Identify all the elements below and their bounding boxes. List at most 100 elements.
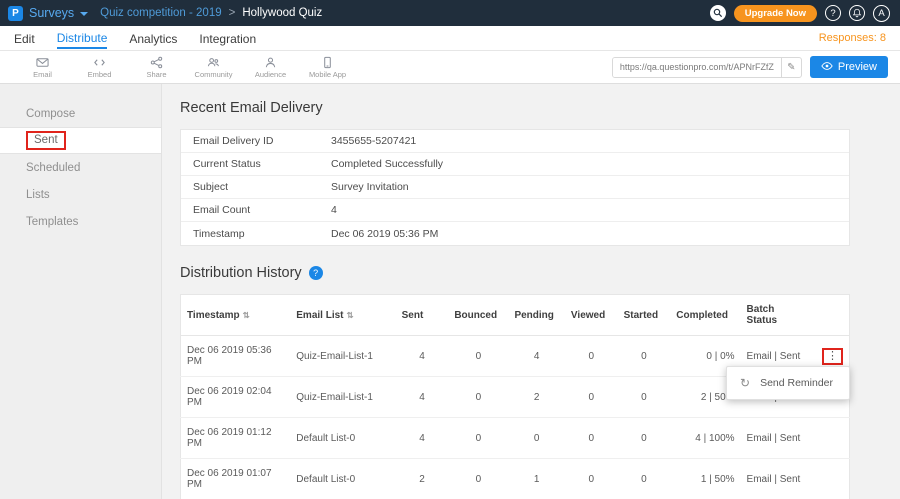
sort-icon[interactable]: ⇅ [243, 310, 250, 320]
sidebar-item-lists[interactable]: Lists [0, 181, 161, 208]
cell-viewed: 0 [565, 459, 618, 499]
topbar-actions: Upgrade Now ? A [710, 5, 890, 22]
tab-distribute[interactable]: Distribute [57, 28, 108, 49]
sidebar-item-label: Compose [26, 108, 75, 120]
col-email-list[interactable]: Email List ⇅ [290, 295, 395, 336]
delivery-field-row: Subject Survey Invitation [181, 176, 849, 199]
cell-bounced: 0 [448, 459, 508, 499]
community-icon [207, 56, 220, 69]
field-label: Subject [181, 181, 331, 193]
field-value: 4 [331, 204, 337, 216]
cell-sent: 4 [396, 377, 449, 418]
breadcrumb-current: Hollywood Quiz [242, 7, 322, 19]
survey-url-input[interactable] [613, 58, 781, 77]
cell-batch-status: Email | Sent [741, 418, 813, 459]
field-label: Email Delivery ID [181, 135, 331, 147]
cell-actions [813, 418, 850, 459]
cell-sent: 2 [396, 459, 449, 499]
tool-mobile-app[interactable]: Mobile App [299, 56, 356, 79]
col-sent: Sent [396, 295, 449, 336]
notifications-bell-icon[interactable] [849, 5, 865, 21]
cell-email-list: Quiz-Email-List-1 [290, 336, 395, 377]
cell-viewed: 0 [565, 418, 618, 459]
send-reminder-icon: ↻ [740, 376, 750, 390]
field-label: Email Count [181, 204, 331, 216]
sidebar-item-label: Templates [26, 216, 78, 228]
field-label: Timestamp [181, 228, 331, 240]
tool-email[interactable]: Email [14, 56, 71, 79]
cell-pending: 0 [508, 418, 564, 459]
cell-pending: 2 [508, 377, 564, 418]
cell-timestamp: Dec 06 2019 01:07 PM [181, 459, 291, 499]
cell-email-list: Quiz-Email-List-1 [290, 377, 395, 418]
embed-icon [93, 56, 106, 69]
sidebar-item-compose[interactable]: Compose [0, 100, 161, 127]
cell-actions [813, 459, 850, 499]
cell-email-list: Default List-0 [290, 418, 395, 459]
col-bounced: Bounced [448, 295, 508, 336]
tool-label-share: Share [146, 70, 166, 79]
survey-url-box: ✎ [612, 57, 802, 78]
cell-batch-status: Email | Sent [741, 459, 813, 499]
upgrade-now-button[interactable]: Upgrade Now [734, 5, 817, 22]
caret-down-icon [80, 12, 88, 16]
col-label: Email List [296, 310, 343, 321]
cell-started: 0 [618, 377, 671, 418]
tab-integration[interactable]: Integration [199, 29, 256, 48]
distribute-toolbar: Email Embed Share Community Audience Mob… [0, 51, 900, 84]
breadcrumb-separator: > [229, 7, 236, 19]
search-icon[interactable] [710, 5, 726, 21]
sidebar-item-scheduled[interactable]: Scheduled [0, 154, 161, 181]
audience-icon [264, 56, 277, 69]
breadcrumb: Quiz competition - 2019 > Hollywood Quiz [100, 7, 322, 19]
edit-url-pencil-icon[interactable]: ✎ [781, 58, 801, 77]
tab-edit[interactable]: Edit [14, 29, 35, 48]
tool-label-audience: Audience [255, 70, 286, 79]
tool-audience[interactable]: Audience [242, 56, 299, 79]
sidebar-item-templates[interactable]: Templates [0, 208, 161, 235]
top-app-bar: P Surveys Quiz competition - 2019 > Holl… [0, 0, 900, 26]
distribute-sidebar: Compose Sent Scheduled Lists Templates [0, 84, 162, 499]
questionpro-logo: P [8, 6, 23, 21]
annotation-box-kebab: ⋮ [822, 348, 843, 365]
breadcrumb-parent[interactable]: Quiz competition - 2019 [100, 7, 221, 19]
delivery-field-row: Timestamp Dec 06 2019 05:36 PM [181, 222, 849, 245]
tool-label-embed: Embed [88, 70, 112, 79]
col-viewed: Viewed [565, 295, 618, 336]
sidebar-item-sent[interactable]: Sent [0, 127, 161, 154]
tool-label-mobile-app: Mobile App [309, 70, 346, 79]
section-title-text: Recent Email Delivery [180, 100, 323, 116]
share-icon [150, 56, 163, 69]
send-reminder-label: Send Reminder [760, 377, 833, 389]
preview-button[interactable]: Preview [810, 56, 888, 78]
brand[interactable]: P Surveys [8, 6, 100, 21]
distribution-history-help-icon[interactable]: ? [309, 266, 323, 280]
cell-started: 0 [618, 336, 671, 377]
mobile-app-icon [321, 56, 334, 69]
col-timestamp[interactable]: Timestamp⇅ [181, 295, 291, 336]
cell-started: 0 [618, 459, 671, 499]
survey-nav: Edit Distribute Analytics Integration Re… [0, 26, 900, 51]
tool-community[interactable]: Community [185, 56, 242, 79]
help-icon[interactable]: ? [825, 5, 841, 21]
cell-bounced: 0 [448, 418, 508, 459]
kebab-menu-icon[interactable]: ⋮ [827, 350, 838, 362]
tab-analytics[interactable]: Analytics [129, 29, 177, 48]
col-batch-status: Batch Status [741, 295, 813, 336]
avatar[interactable]: A [873, 5, 890, 22]
send-reminder-menu-item[interactable]: ↻ Send Reminder [727, 367, 849, 399]
surveys-menu-label[interactable]: Surveys [29, 6, 74, 20]
section-title-text: Distribution History [180, 265, 302, 281]
delivery-field-row: Email Count 4 [181, 199, 849, 222]
responses-count[interactable]: Responses: 8 [819, 32, 886, 44]
cell-completed: 1 | 50% [670, 459, 740, 499]
tool-embed[interactable]: Embed [71, 56, 128, 79]
cell-viewed: 0 [565, 336, 618, 377]
tool-share[interactable]: Share [128, 56, 185, 79]
toolbar-right: ✎ Preview [612, 56, 888, 78]
cell-sent: 4 [396, 418, 449, 459]
sidebar-item-label: Sent [34, 134, 58, 146]
delivery-field-row: Email Delivery ID 3455655-5207421 [181, 130, 849, 153]
sidebar-item-label: Scheduled [26, 162, 80, 174]
sort-icon[interactable]: ⇅ [347, 310, 354, 320]
